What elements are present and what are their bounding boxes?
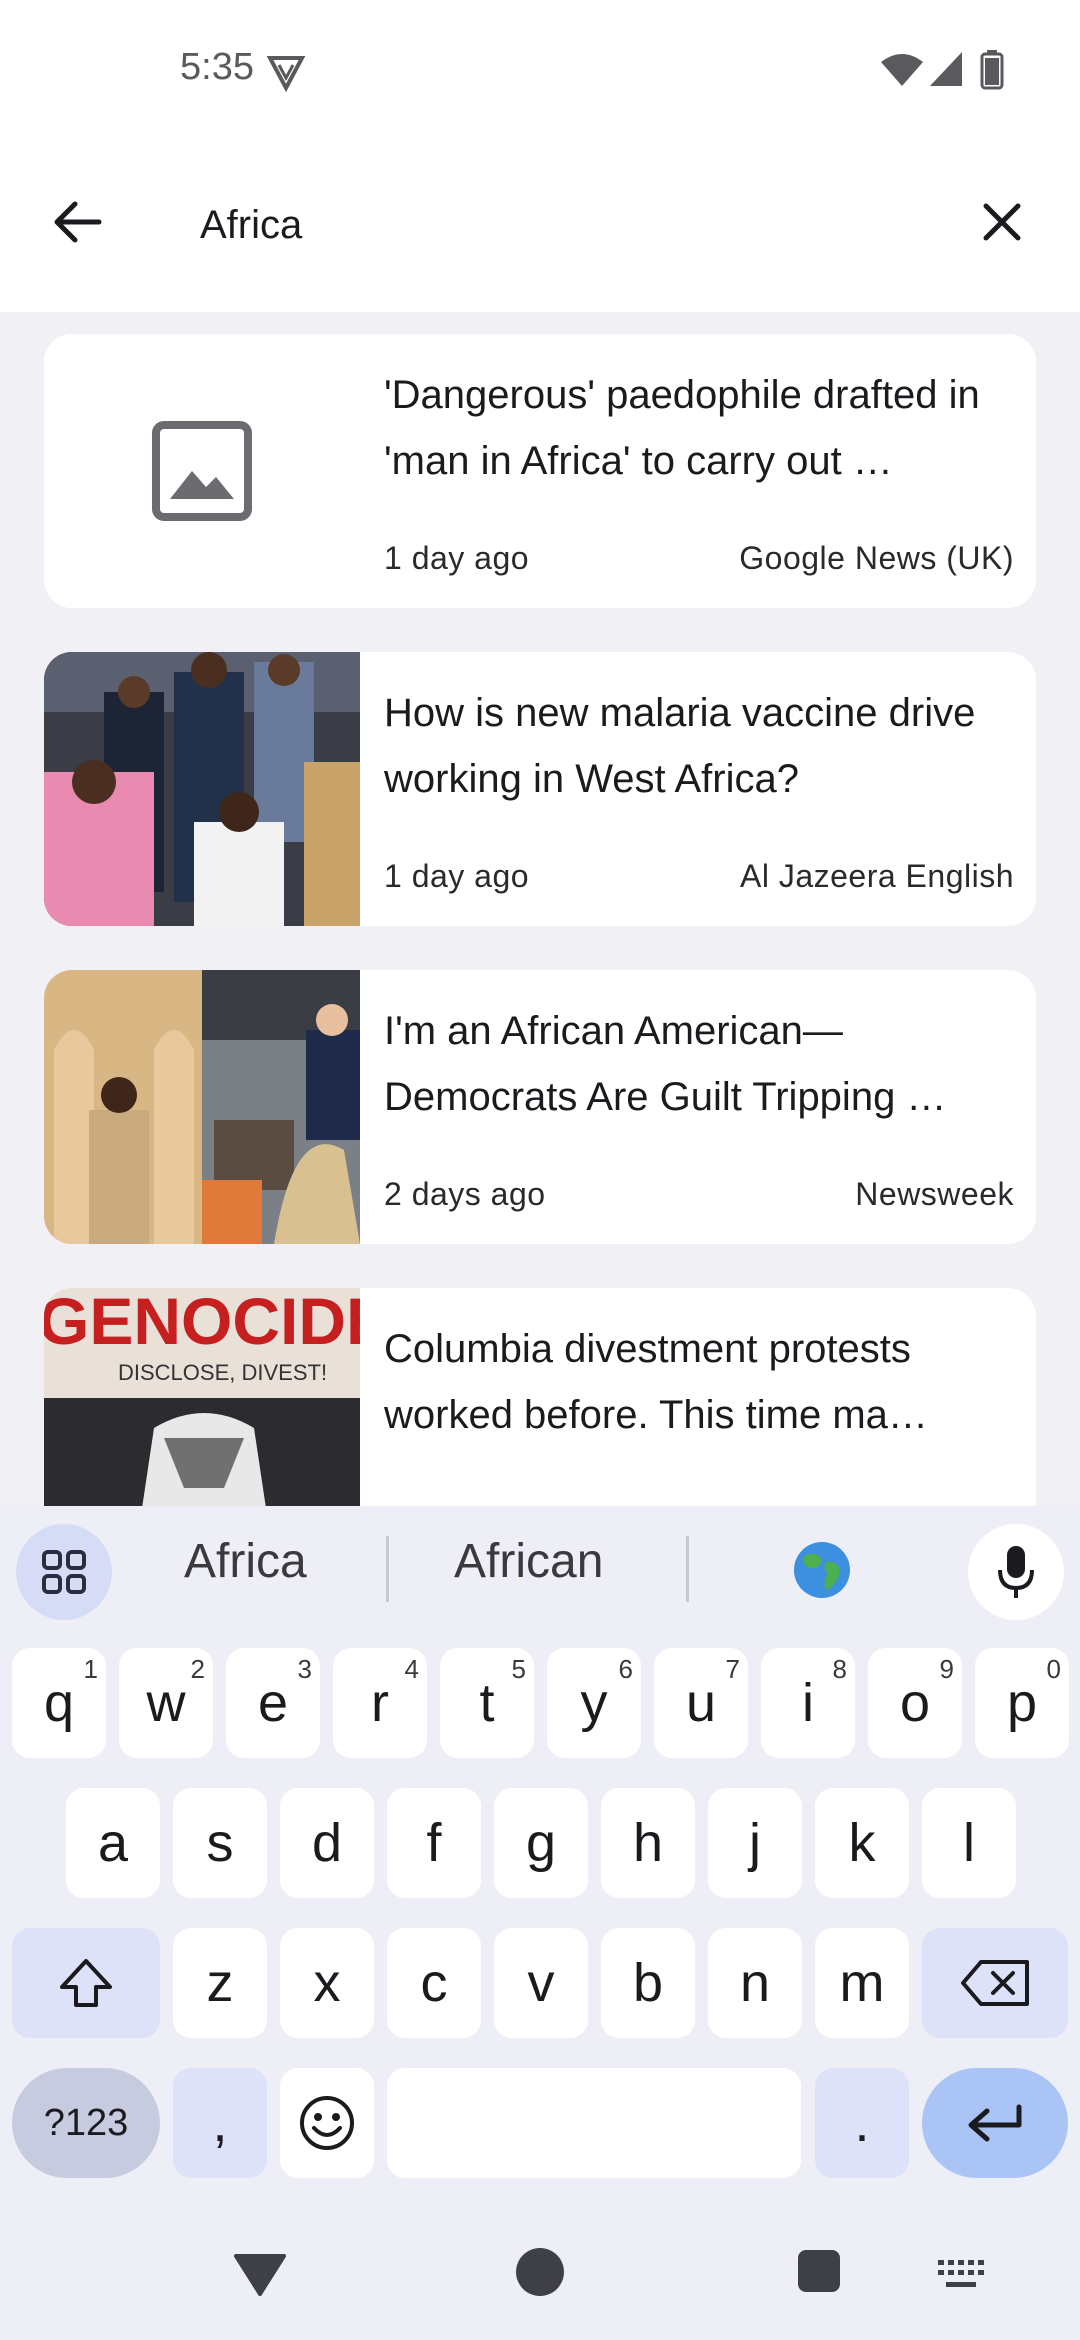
voice-input-button[interactable]: [968, 1524, 1064, 1620]
source-name: Newsweek: [855, 1176, 1014, 1212]
system-nav-bar: [0, 2200, 1080, 2340]
microphone-icon: [998, 1546, 1034, 1598]
protest-sign-text: GENOCIDE: [44, 1288, 360, 1358]
key-d[interactable]: d: [280, 1788, 374, 1898]
headline: 'Dangerous' paedophile drafted in 'man i…: [384, 373, 980, 483]
arrow-back-icon: [54, 201, 102, 243]
source-name: Al Jazeera English: [739, 858, 1014, 894]
wifi-icon: [881, 54, 923, 86]
key-y[interactable]: y6: [547, 1648, 641, 1758]
emoji-key[interactable]: [280, 2068, 374, 2178]
key-k[interactable]: k: [815, 1788, 909, 1898]
nav-home-icon[interactable]: [516, 2248, 564, 2296]
malaria-vaccine-photo: [44, 652, 360, 926]
african-american-photo: [44, 970, 360, 1244]
protest-photo: GENOCIDE DISCLOSE, DIVEST!: [44, 1288, 360, 1506]
headline: How is new malaria vaccine drive working…: [384, 691, 976, 801]
thumbnail: [44, 652, 360, 926]
key-w[interactable]: w2: [119, 1648, 213, 1758]
divider: [386, 1536, 389, 1602]
key-u[interactable]: u7: [654, 1648, 748, 1758]
search-input[interactable]: [198, 184, 942, 266]
key-v[interactable]: v: [494, 1928, 588, 2038]
divider: [686, 1536, 689, 1602]
key-l[interactable]: l: [922, 1788, 1016, 1898]
key-r[interactable]: r4: [333, 1648, 427, 1758]
key-h[interactable]: h: [601, 1788, 695, 1898]
placeholder-image-icon: [152, 421, 252, 521]
enter-key[interactable]: [922, 2068, 1068, 2178]
status-bar: 5:35: [0, 0, 1080, 140]
key-x[interactable]: x: [280, 1928, 374, 2038]
suggestion-2[interactable]: African: [454, 1534, 603, 1589]
comma-key[interactable]: ,: [173, 2068, 267, 2178]
key-p[interactable]: p0: [975, 1648, 1069, 1758]
key-j[interactable]: j: [708, 1788, 802, 1898]
news-card[interactable]: I'm an African American—Democrats Are Gu…: [44, 970, 1036, 1244]
enter-arrow-icon: [968, 2104, 1022, 2142]
smiley-icon: [300, 2096, 354, 2150]
news-card[interactable]: How is new malaria vaccine drive working…: [44, 652, 1036, 926]
key-z[interactable]: z: [173, 1928, 267, 2038]
key-i[interactable]: i8: [761, 1648, 855, 1758]
key-c[interactable]: c: [387, 1928, 481, 2038]
nav-recents-icon[interactable]: [798, 2250, 840, 2292]
search-bar: [0, 140, 1080, 312]
key-a[interactable]: a: [66, 1788, 160, 1898]
clear-search-button[interactable]: [964, 184, 1040, 260]
globe-emoji-icon[interactable]: [792, 1540, 852, 1600]
key-s[interactable]: s: [173, 1788, 267, 1898]
backspace-icon: [961, 1960, 1029, 2006]
battery-icon: [980, 50, 1004, 90]
status-time: 5:35: [180, 46, 254, 88]
thumbnail: [44, 970, 360, 1244]
key-e[interactable]: e3: [226, 1648, 320, 1758]
key-t[interactable]: t5: [440, 1648, 534, 1758]
back-button[interactable]: [40, 184, 116, 260]
suggestion-strip: Africa African: [0, 1506, 1080, 1630]
shift-icon: [60, 1959, 112, 2007]
nav-back-icon[interactable]: [232, 2252, 288, 2296]
key-b[interactable]: b: [601, 1928, 695, 2038]
source-name: Google News (UK): [739, 540, 1014, 576]
key-n[interactable]: n: [708, 1928, 802, 2038]
news-card[interactable]: 'Dangerous' paedophile drafted in 'man i…: [44, 334, 1036, 608]
thumbnail: GENOCIDE DISCLOSE, DIVEST!: [44, 1288, 360, 1506]
key-q[interactable]: q1: [12, 1648, 106, 1758]
headline: I'm an African American—Democrats Are Gu…: [384, 1009, 947, 1119]
headline: Columbia divestment protests worked befo…: [384, 1327, 928, 1437]
news-card[interactable]: GENOCIDE DISCLOSE, DIVEST! Columbia dive…: [44, 1288, 1036, 1506]
backspace-key[interactable]: [922, 1928, 1068, 2038]
period-key[interactable]: .: [815, 2068, 909, 2178]
key-o[interactable]: o9: [868, 1648, 962, 1758]
published-time: 1 day ago: [384, 858, 530, 894]
apps-grid-icon: [42, 1550, 86, 1594]
search-results-list: 'Dangerous' paedophile drafted in 'man i…: [0, 312, 1080, 1506]
published-time: 1 day ago: [384, 540, 530, 576]
thumbnail: [44, 334, 360, 608]
close-icon: [983, 203, 1021, 241]
keyboard-menu-button[interactable]: [16, 1524, 112, 1620]
space-key[interactable]: [387, 2068, 801, 2178]
vpn-shield-icon: [266, 56, 306, 92]
protest-sign-subtext: DISCLOSE, DIVEST!: [118, 1360, 327, 1385]
key-m[interactable]: m: [815, 1928, 909, 2038]
key-f[interactable]: f: [387, 1788, 481, 1898]
shift-key[interactable]: [12, 1928, 160, 2038]
published-time: 2 days ago: [384, 1176, 546, 1212]
keyboard-switch-icon[interactable]: [938, 2260, 984, 2290]
symbols-key[interactable]: ?123: [12, 2068, 160, 2178]
cell-signal-icon: [930, 52, 962, 86]
key-g[interactable]: g: [494, 1788, 588, 1898]
suggestion-1[interactable]: Africa: [184, 1534, 307, 1589]
